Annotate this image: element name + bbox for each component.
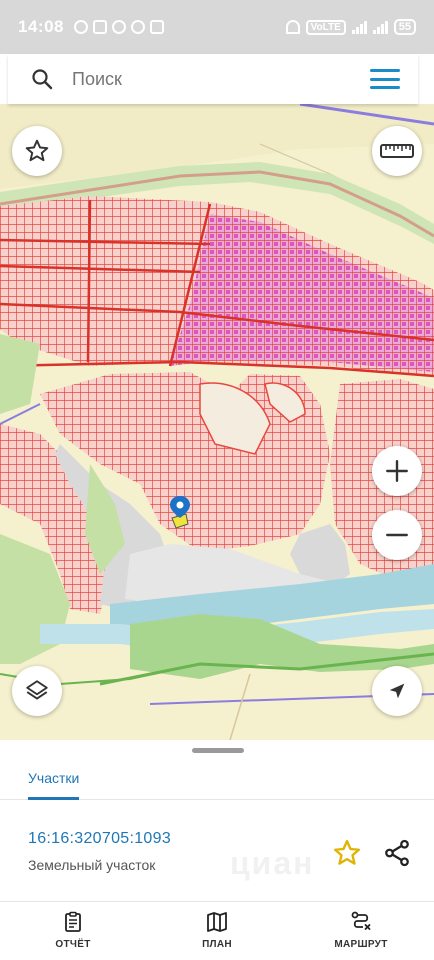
eye-icon xyxy=(73,20,88,34)
minus-icon xyxy=(386,533,408,537)
map-icon xyxy=(207,912,227,932)
nav-plan[interactable]: ПЛАН xyxy=(162,910,272,950)
clipboard-icon xyxy=(65,911,81,932)
zoom-out-button[interactable] xyxy=(372,510,422,560)
layers-button[interactable] xyxy=(12,666,62,716)
my-location-button[interactable] xyxy=(372,666,422,716)
status-time: 14:08 xyxy=(18,17,64,36)
bottom-sheet: Участки циан 16:16:320705:1093 Земельный… xyxy=(0,740,434,960)
nav-report[interactable]: ОТЧЁТ xyxy=(18,910,128,950)
nav-route-label: МАРШРУТ xyxy=(334,939,388,950)
parcel-type: Земельный участок xyxy=(28,857,156,873)
tab-parcels[interactable]: Участки xyxy=(28,758,80,800)
menu-icon[interactable] xyxy=(370,68,400,90)
volte-badge: VoLTE xyxy=(305,19,346,35)
plus-icon xyxy=(386,460,408,482)
status-bar: 14:08 VoLTE 55 xyxy=(0,0,434,54)
nav-report-label: ОТЧЁТ xyxy=(55,939,91,950)
cadastral-map[interactable] xyxy=(0,104,434,740)
navigation-arrow-icon xyxy=(389,683,405,699)
n-app-icon xyxy=(92,20,107,34)
sheet-drag-handle[interactable] xyxy=(192,748,244,753)
signal-icon-2 xyxy=(372,20,388,34)
cadastral-number[interactable]: 16:16:320705:1093 xyxy=(28,830,171,848)
search-input[interactable] xyxy=(72,68,370,90)
sheet-tabs: Участки xyxy=(0,758,434,800)
watermark: циан xyxy=(230,845,315,881)
battery-indicator: 55 xyxy=(393,19,416,35)
favorite-star-icon[interactable] xyxy=(332,838,362,868)
layers-icon xyxy=(26,680,48,700)
share-icon[interactable] xyxy=(382,838,412,868)
zoom-in-button[interactable] xyxy=(372,446,422,496)
ruler-icon xyxy=(380,144,414,158)
favorites-button[interactable] xyxy=(12,126,62,176)
bottom-navigation: ОТЧЁТ ПЛАН МАРШРУТ xyxy=(0,902,434,960)
signal-icon xyxy=(351,20,367,34)
headphones-icon xyxy=(130,20,145,34)
notification-icons xyxy=(73,20,164,34)
map-canvas[interactable] xyxy=(0,104,434,740)
parcel-card[interactable]: циан 16:16:320705:1093 Земельный участок xyxy=(0,802,434,902)
route-icon xyxy=(351,911,371,930)
wifi-icon xyxy=(285,20,300,34)
nav-route[interactable]: МАРШРУТ xyxy=(306,910,416,950)
system-icons: VoLTE 55 xyxy=(285,19,416,35)
app-icon xyxy=(111,20,126,34)
instagram-icon xyxy=(149,20,164,34)
search-icon[interactable] xyxy=(30,67,54,91)
search-bar xyxy=(8,54,418,104)
ruler-button[interactable] xyxy=(372,126,422,176)
star-outline-icon xyxy=(25,139,49,162)
nav-plan-label: ПЛАН xyxy=(202,939,232,950)
